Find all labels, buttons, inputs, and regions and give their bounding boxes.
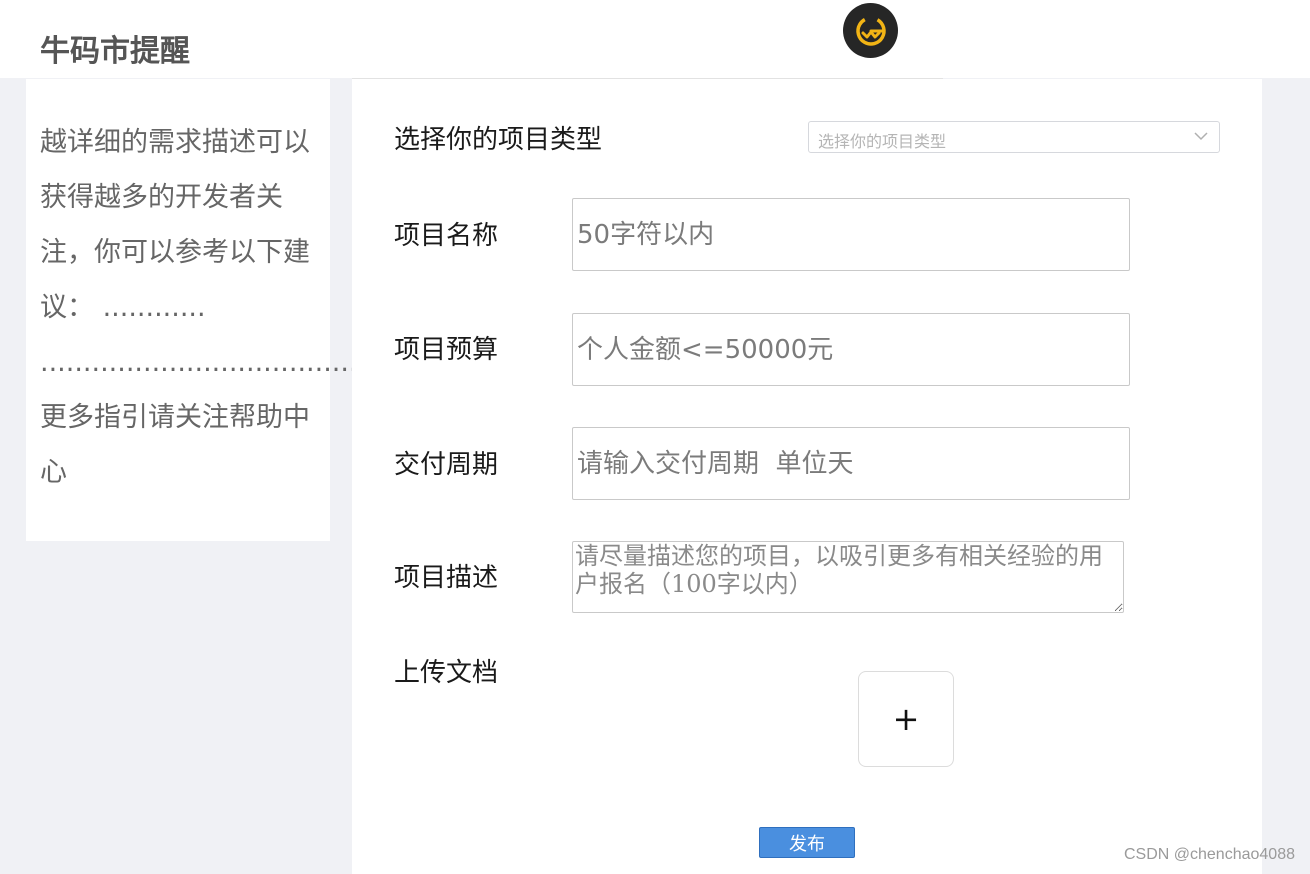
- tips-sidebar: 越详细的需求描述可以获得越多的开发者关注，你可以参考以下建议： ........…: [26, 79, 367, 541]
- upload-document-label: 上传文档: [394, 658, 499, 688]
- plus-icon: +: [892, 700, 920, 738]
- publish-button[interactable]: 发布: [759, 827, 855, 858]
- tips-text: 越详细的需求描述可以获得越多的开发者关注，你可以参考以下建议： ........…: [40, 127, 367, 488]
- top-header: 牛码市提醒: [0, 0, 1310, 78]
- page-title: 牛码市提醒: [40, 34, 190, 69]
- chevron-down-icon: [1194, 132, 1208, 141]
- project-type-label: 选择你的项目类型: [394, 125, 603, 155]
- project-description-textarea[interactable]: [572, 541, 1124, 613]
- project-name-input[interactable]: [572, 198, 1130, 271]
- project-form: 选择你的项目类型 选择你的项目类型 项目名称 项目预算 交付周期 项目描述 上传…: [352, 79, 1262, 874]
- project-type-placeholder: 选择你的项目类型: [818, 132, 947, 151]
- project-description-label: 项目描述: [394, 563, 499, 593]
- brand-logo-icon: [843, 3, 898, 58]
- project-type-select[interactable]: 选择你的项目类型: [808, 121, 1220, 153]
- delivery-period-input[interactable]: [572, 427, 1130, 500]
- delivery-period-label: 交付周期: [394, 450, 499, 480]
- project-name-label: 项目名称: [394, 221, 499, 251]
- upload-button[interactable]: +: [858, 671, 954, 767]
- project-budget-label: 项目预算: [394, 335, 499, 365]
- page: 牛码市提醒 越详细的需求描述可以获得越多的开发者关注，你可以参考以下建议： ..…: [0, 0, 1310, 874]
- watermark-text: CSDN @chenchao4088: [1123, 846, 1295, 863]
- project-budget-input[interactable]: [572, 313, 1130, 386]
